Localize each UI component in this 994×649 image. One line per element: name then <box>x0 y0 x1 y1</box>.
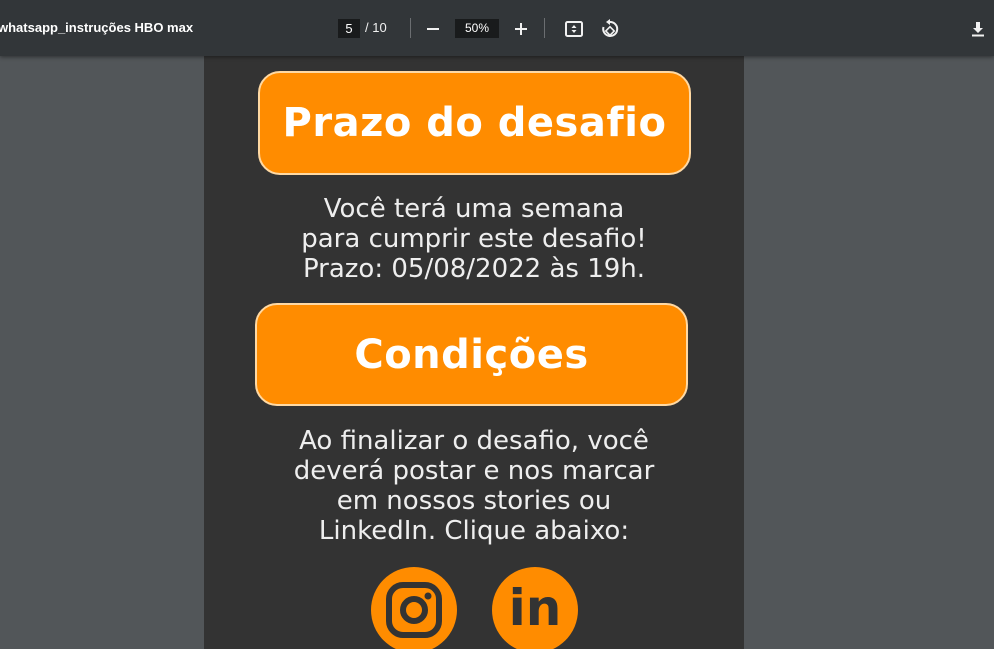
toolbar-divider <box>544 18 545 38</box>
pdf-viewer-area[interactable]: Prazo do desafio Você terá uma semana pa… <box>0 56 994 649</box>
conditions-line: deverá postar e nos marcar <box>293 456 655 486</box>
toolbar-divider <box>410 18 411 38</box>
minus-icon <box>427 28 439 30</box>
zoom-level-input[interactable]: 50% <box>455 19 499 38</box>
conditions-text: Ao finalizar o desafio, você deverá post… <box>204 426 744 546</box>
deadline-heading: Prazo do desafio <box>282 100 667 146</box>
zoom-in-button[interactable] <box>508 16 534 42</box>
conditions-line: Ao finalizar o desafio, você <box>299 426 649 456</box>
conditions-line: LinkedIn. Clique abaixo: <box>318 516 630 546</box>
document-title: whatsapp_instruções HBO max <box>0 20 194 35</box>
deadline-line: para cumprir este desafio! <box>301 224 647 254</box>
instagram-link[interactable] <box>371 567 457 649</box>
deadline-text: Você terá uma semana para cumprir este d… <box>204 194 744 284</box>
plus-icon <box>515 23 527 35</box>
fit-to-page-icon <box>565 21 583 37</box>
zoom-out-button[interactable] <box>420 16 446 42</box>
linkedin-link[interactable]: in <box>492 567 578 649</box>
conditions-heading: Condições <box>354 331 589 378</box>
rotate-button[interactable] <box>597 16 623 42</box>
pdf-page: Prazo do desafio Você terá uma semana pa… <box>204 56 744 649</box>
rotate-icon <box>602 19 619 37</box>
linkedin-icon: in <box>508 579 562 637</box>
pdf-toolbar: whatsapp_instruções HBO max 5 / 10 50% <box>0 0 994 56</box>
download-icon <box>972 22 984 37</box>
conditions-line: em nossos stories ou <box>336 486 612 516</box>
page-number-input[interactable]: 5 <box>338 19 360 38</box>
fit-to-page-button[interactable] <box>561 16 587 42</box>
page-total-label: / 10 <box>365 20 387 35</box>
deadline-heading-box: Prazo do desafio <box>258 71 691 175</box>
deadline-line: Você terá uma semana <box>323 194 625 224</box>
instagram-icon <box>386 582 442 638</box>
deadline-line: Prazo: 05/08/2022 às 19h. <box>302 254 646 284</box>
conditions-heading-box: Condições <box>255 303 688 406</box>
download-button[interactable] <box>965 16 991 42</box>
